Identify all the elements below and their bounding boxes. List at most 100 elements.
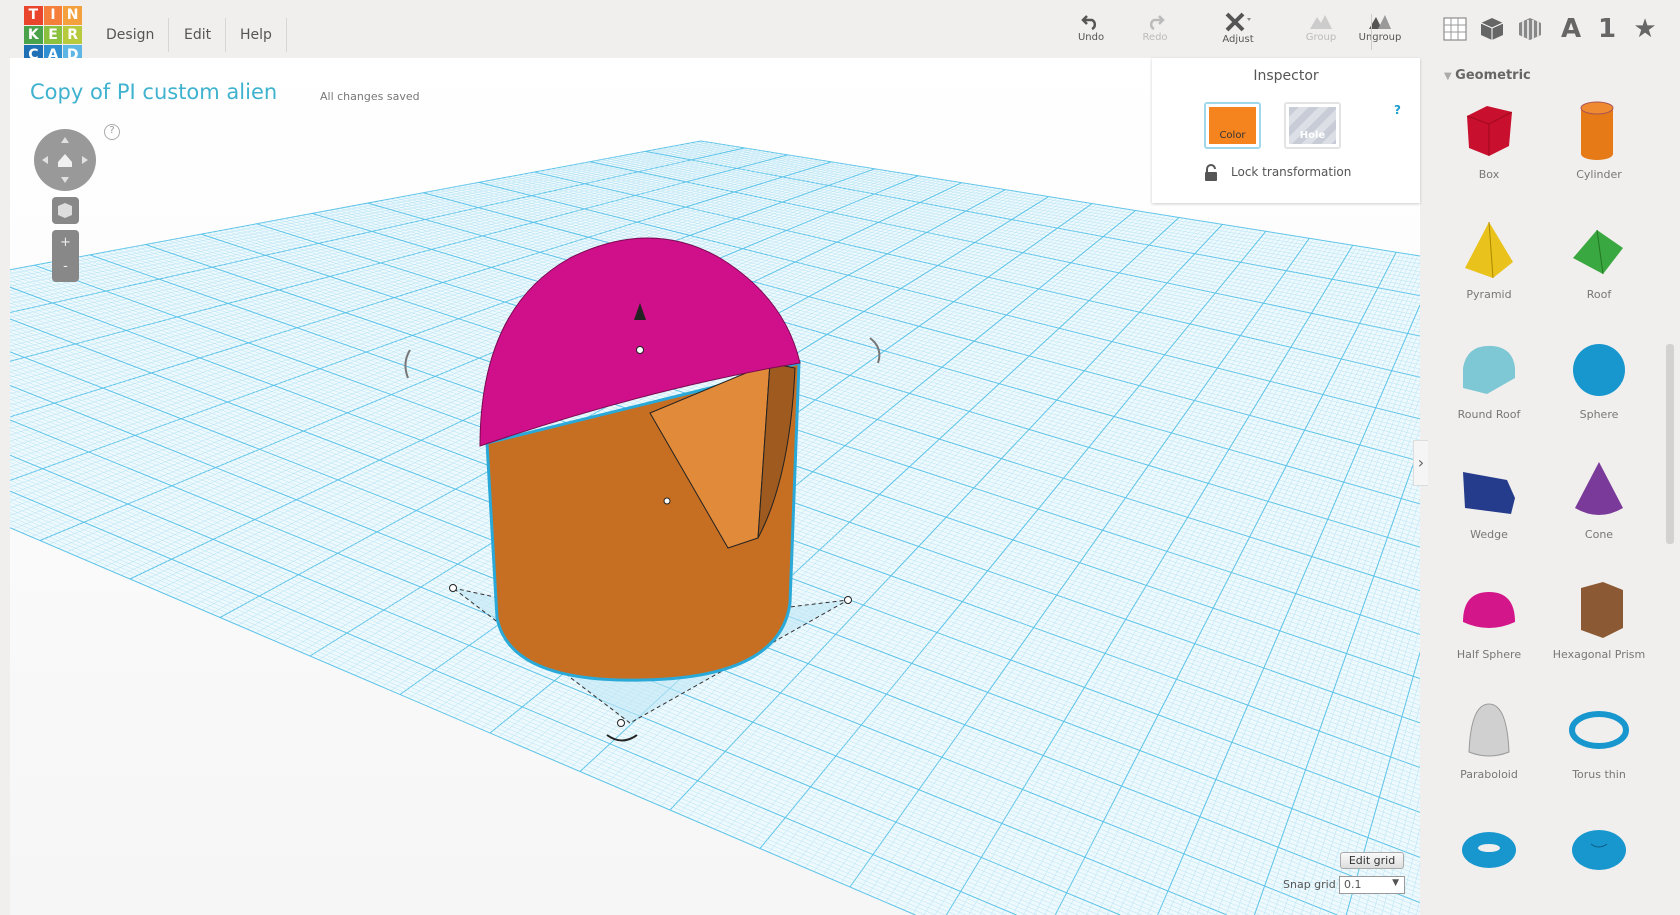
shape-label: Cylinder: [1576, 168, 1622, 181]
group-icon: [1310, 15, 1332, 29]
shape-label: Pyramid: [1466, 288, 1512, 301]
pyramid-icon: [1465, 221, 1513, 279]
zoom-control: + -: [52, 230, 79, 282]
shape-label: Hexagonal Prism: [1552, 648, 1646, 661]
menu-help[interactable]: Help: [226, 18, 287, 52]
shape-label: Half Sphere: [1456, 648, 1522, 661]
redo-icon: [1149, 15, 1165, 30]
shape-item-paraboloid[interactable]: Paraboloid: [1434, 698, 1544, 781]
zoom-out-button[interactable]: -: [52, 256, 79, 282]
logo-letter: I: [43, 6, 63, 25]
box-icon: [1466, 106, 1513, 156]
fit-view-button[interactable]: [52, 197, 79, 224]
snap-grid-select[interactable]: 0.1 ▼: [1339, 876, 1405, 894]
shape-item-wedge[interactable]: Wedge: [1434, 458, 1544, 541]
shape-item-sphere[interactable]: Sphere: [1544, 338, 1654, 421]
shape-item-half-sphere[interactable]: Half Sphere: [1434, 578, 1544, 661]
shape-label: Torus thin: [1572, 768, 1626, 781]
save-status: All changes saved: [320, 90, 420, 103]
cube-icon: [58, 203, 72, 218]
logo-letter: N: [63, 6, 82, 25]
color-label: Color: [1209, 107, 1256, 144]
redo-label: Redo: [1142, 32, 1168, 43]
corner-handle: [449, 584, 457, 592]
corner-handle: [617, 719, 625, 727]
category-header[interactable]: ▼ Geometric: [1444, 68, 1531, 83]
roof-icon: [1573, 229, 1623, 275]
menu-edit[interactable]: Edit: [170, 18, 227, 52]
star-icon[interactable]: ★: [1630, 14, 1660, 44]
round-roof-icon: [1463, 345, 1515, 394]
hexagonal-prism-icon: [1581, 582, 1623, 638]
torus-thin-icon: [1569, 711, 1629, 749]
shape-label: Box: [1478, 168, 1500, 181]
category-label: Geometric: [1455, 68, 1531, 83]
zoom-in-button[interactable]: +: [52, 230, 79, 256]
logo-letter: E: [43, 25, 63, 45]
box-view-icon[interactable]: [1477, 14, 1507, 44]
redo-button[interactable]: Redo: [1125, 12, 1185, 43]
top-bar: TINKERCAD Design Edit Help Undo Redo Adj…: [0, 0, 1680, 64]
shape-item-torus-13[interactable]: [1544, 818, 1654, 888]
sphere-icon: [1573, 344, 1625, 396]
ungroup-button[interactable]: Ungroup: [1350, 12, 1410, 43]
corner-handle: [844, 596, 852, 604]
group-button[interactable]: Group: [1291, 12, 1351, 43]
color-swatch-button[interactable]: Color: [1204, 102, 1261, 149]
shape-item-cylinder[interactable]: Cylinder: [1544, 98, 1654, 181]
dropdown-arrow-icon: ▼: [1392, 878, 1399, 888]
inspector-panel: Inspector Color Hole ? Lock transformati…: [1152, 58, 1420, 203]
adjust-icon: [1225, 12, 1251, 32]
paraboloid-icon: [1468, 703, 1510, 757]
grid-view-icon[interactable]: [1440, 14, 1470, 44]
shape-item-cone[interactable]: Cone: [1544, 458, 1654, 541]
shape-item-round-roof[interactable]: Round Roof: [1434, 338, 1544, 421]
tinkercad-logo[interactable]: TINKERCAD: [24, 6, 82, 64]
lock-open-icon[interactable]: [1204, 164, 1218, 182]
half-sphere-icon: [1463, 592, 1515, 628]
snap-grid-label: Snap grid: [1283, 878, 1336, 891]
shape-label: Sphere: [1579, 408, 1619, 421]
collapse-triangle-icon: ▼: [1444, 71, 1456, 82]
edit-grid-button[interactable]: Edit grid: [1340, 852, 1404, 869]
logo-letter: K: [24, 25, 43, 45]
hole-button[interactable]: Hole: [1284, 102, 1341, 149]
shape-item-torus-thin[interactable]: Torus thin: [1544, 698, 1654, 781]
handle-dot: [663, 497, 671, 505]
adjust-label: Adjust: [1222, 34, 1254, 45]
cone-icon: [1575, 462, 1623, 515]
undo-label: Undo: [1077, 32, 1105, 43]
panel-scrollbar[interactable]: [1666, 58, 1674, 915]
collapse-panel-button[interactable]: ›: [1413, 440, 1429, 486]
undo-button[interactable]: Undo: [1061, 12, 1121, 43]
shape-item-torus-12[interactable]: [1434, 818, 1544, 888]
shape-item-pyramid[interactable]: Pyramid: [1434, 218, 1544, 301]
shape-label: Cone: [1584, 528, 1614, 541]
nav-help[interactable]: ?: [104, 124, 120, 140]
shape-label: Round Roof: [1457, 408, 1521, 421]
menu-design[interactable]: Design: [92, 18, 170, 52]
inspector-help[interactable]: ?: [1394, 103, 1401, 117]
number-icon[interactable]: 1: [1592, 14, 1622, 44]
toolbar-divider: [1371, 14, 1372, 50]
handle-dot: [636, 346, 644, 354]
design-title[interactable]: Copy of PI custom alien: [30, 80, 277, 104]
shape-item-box[interactable]: Box: [1434, 98, 1544, 181]
ungroup-label: Ungroup: [1358, 32, 1402, 43]
torus-13-icon: [1572, 830, 1626, 870]
view-nav-control[interactable]: [34, 129, 96, 191]
shape-generator-icon[interactable]: [1515, 14, 1545, 44]
shapes-panel: ▼ Geometric Box Cylinder Pyramid Roof Round …: [1428, 58, 1680, 915]
lock-transformation-label[interactable]: Lock transformation: [1231, 165, 1351, 179]
snap-grid-value: 0.1: [1344, 878, 1362, 891]
adjust-button[interactable]: Adjust: [1208, 12, 1268, 45]
text-icon[interactable]: A: [1556, 14, 1586, 44]
shape-label: Paraboloid: [1460, 768, 1518, 781]
group-label: Group: [1305, 32, 1337, 43]
home-arrows-icon: [42, 137, 88, 183]
shape-item-hexagonal-prism[interactable]: Hexagonal Prism: [1544, 578, 1654, 661]
hole-label: Hole: [1289, 107, 1336, 144]
shape-label: Wedge: [1470, 528, 1508, 541]
shape-item-roof[interactable]: Roof: [1544, 218, 1654, 301]
inspector-title: Inspector: [1253, 68, 1319, 84]
